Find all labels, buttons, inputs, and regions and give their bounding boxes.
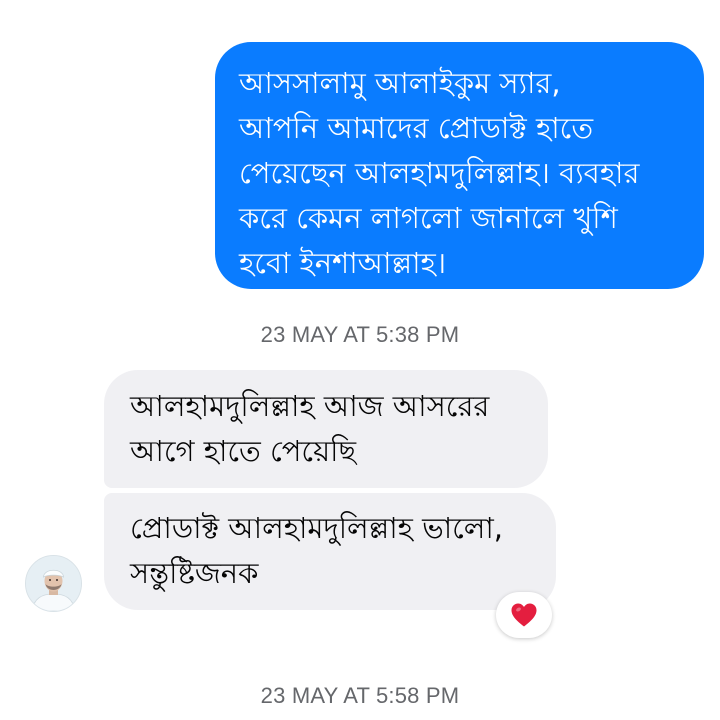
incoming-message-bubble[interactable]: আলহামদুলিল্লাহ আজ আসরের আগে হাতে পেয়েছি — [104, 370, 548, 488]
avatar-image — [26, 556, 81, 611]
message-timestamp: 23 MAY AT 5:58 PM — [260, 683, 460, 708]
outgoing-message-bubble[interactable]: আসসালামু আলাইকুম স্যার, আপনি আমাদের প্রো… — [215, 42, 704, 289]
heart-icon — [511, 603, 537, 627]
contact-avatar[interactable] — [25, 555, 82, 612]
chat-thread: আসসালামু আলাইকুম স্যার, আপনি আমাদের প্রো… — [0, 0, 720, 720]
message-reaction[interactable] — [496, 592, 552, 638]
incoming-message-bubble[interactable]: প্রোডাক্ট আলহামদুলিল্লাহ ভালো, সন্তুষ্টি… — [104, 493, 556, 610]
message-timestamp: 23 MAY AT 5:38 PM — [260, 322, 460, 347]
